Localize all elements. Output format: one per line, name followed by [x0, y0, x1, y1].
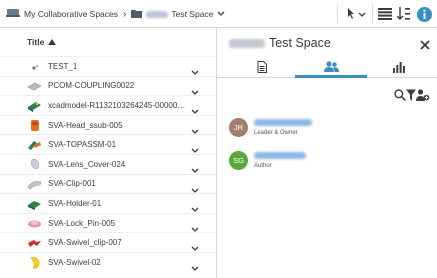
list-item[interactable]: xcadmodel-R1132103264245-000001… — [0, 95, 216, 115]
tab-analytics[interactable] — [363, 60, 435, 78]
sort-ascending-icon[interactable] — [48, 39, 57, 45]
list-item-title[interactable]: TEST_1 — [48, 62, 77, 71]
part-thumbnail — [27, 178, 42, 191]
chevron-down-icon[interactable] — [191, 200, 199, 213]
side-panel: Test Space JR Leader & Owner SG Author — [217, 28, 437, 278]
toolbar-divider — [372, 5, 373, 23]
list-rows: TEST_1 PCOM-COUPLING0022 xcadmodel-R113210… — [0, 56, 216, 272]
part-thumbnail — [27, 217, 42, 230]
members-icon — [323, 59, 339, 77]
member-name-redacted — [254, 152, 306, 159]
part-thumbnail — [27, 138, 42, 151]
part-thumbnail — [27, 119, 42, 132]
info-icon[interactable] — [416, 6, 432, 22]
top-toolbar: My Collaborative Spaces › Test Space — [0, 0, 437, 28]
collab-spaces-icon — [6, 8, 20, 20]
list-item[interactable]: SVA-Swivel_clip-007 — [0, 232, 216, 252]
breadcrumb-space-link[interactable]: My Collaborative Spaces — [24, 9, 118, 19]
list-item-title[interactable]: SVA-Holder-01 — [48, 199, 101, 208]
breadcrumb: My Collaborative Spaces › Test Space — [6, 7, 225, 21]
part-thumbnail — [27, 197, 42, 210]
column-header-title[interactable]: Title — [0, 28, 216, 56]
column-title-label: Title — [27, 37, 45, 47]
part-thumbnail — [27, 99, 42, 112]
member-role: Author — [254, 163, 272, 169]
avatar: JR — [229, 118, 248, 137]
list-item[interactable]: SVA-TOPASSM-01 — [0, 134, 216, 154]
part-thumbnail — [27, 256, 42, 269]
content-list: Title TEST_1 PCOM-COUPLING0022 xcadmodel-R… — [0, 28, 216, 278]
chevron-down-icon[interactable] — [191, 63, 199, 75]
list-item-title[interactable]: SVA-Swivel-02 — [48, 258, 101, 267]
chevron-down-icon[interactable] — [191, 102, 199, 115]
owner-name-redacted — [229, 38, 265, 48]
list-item[interactable]: PCOM-COUPLING0022 — [0, 75, 216, 96]
list-item[interactable]: SVA-Lens_Cover-024 — [0, 153, 216, 174]
list-item[interactable]: SVA-Holder-01 — [0, 193, 216, 213]
chevron-down-icon[interactable] — [191, 161, 199, 173]
list-item-title[interactable]: PCOM-COUPLING0022 — [48, 81, 134, 90]
owner-name-redacted — [146, 10, 169, 18]
list-item-title[interactable]: SVA-Clip-001 — [48, 179, 96, 188]
breadcrumb-separator: › — [123, 8, 127, 20]
chevron-down-icon[interactable] — [191, 181, 199, 193]
toolbar-divider — [337, 5, 338, 23]
chevron-down-icon[interactable] — [191, 220, 199, 232]
folder-icon — [131, 9, 143, 20]
list-item-title[interactable]: SVA-Lens_Cover-024 — [48, 160, 125, 169]
side-panel-title: Test Space — [269, 36, 331, 50]
chevron-down-icon[interactable] — [191, 141, 199, 154]
chevron-down-icon[interactable] — [191, 259, 199, 271]
list-item-title[interactable]: SVA-Swivel_clip-007 — [48, 238, 122, 247]
part-thumbnail — [27, 80, 42, 93]
member-name-redacted — [254, 119, 312, 126]
chevron-down-icon[interactable] — [191, 83, 199, 95]
avatar: SG — [229, 151, 248, 170]
list-item-title[interactable]: SVA-Lock_Pin-005 — [48, 219, 115, 228]
close-icon[interactable] — [420, 37, 430, 50]
list-view-icon[interactable] — [377, 6, 393, 22]
list-item[interactable]: SVA-Swivel-02 — [0, 251, 216, 272]
side-panel-header: Test Space — [229, 36, 331, 50]
part-thumbnail — [27, 236, 42, 249]
chevron-down-icon[interactable] — [191, 122, 199, 134]
chevron-down-icon[interactable] — [217, 9, 225, 19]
member-item[interactable]: JR Leader & Owner — [229, 118, 429, 142]
bar-chart-icon — [393, 60, 405, 78]
list-item[interactable]: SVA-Head_ssub-005 — [0, 114, 216, 135]
list-item-title[interactable]: SVA-Head_ssub-005 — [48, 121, 123, 130]
tab-members[interactable] — [295, 60, 367, 78]
document-icon — [257, 60, 267, 78]
chevron-down-icon[interactable] — [191, 239, 199, 252]
sort-icon[interactable] — [396, 6, 412, 22]
filter-icon[interactable] — [406, 88, 416, 106]
list-item[interactable]: SVA-Lock_Pin-005 — [0, 212, 216, 233]
part-thumbnail — [27, 60, 42, 73]
side-panel-tabs — [217, 60, 437, 78]
member-role: Leader & Owner — [254, 130, 298, 136]
member-item[interactable]: SG Author — [229, 151, 429, 175]
search-icon[interactable] — [394, 88, 406, 106]
list-item[interactable]: TEST_1 — [0, 56, 216, 76]
list-item-title[interactable]: SVA-TOPASSM-01 — [48, 140, 116, 149]
part-thumbnail — [27, 158, 42, 171]
breadcrumb-current[interactable]: Test Space — [171, 9, 213, 19]
select-mode-icon[interactable] — [345, 6, 367, 22]
list-item-title[interactable]: xcadmodel-R1132103264245-000001… — [48, 101, 186, 110]
add-member-icon[interactable] — [416, 88, 430, 106]
list-item[interactable]: SVA-Clip-001 — [0, 173, 216, 194]
tab-properties[interactable] — [226, 60, 298, 78]
